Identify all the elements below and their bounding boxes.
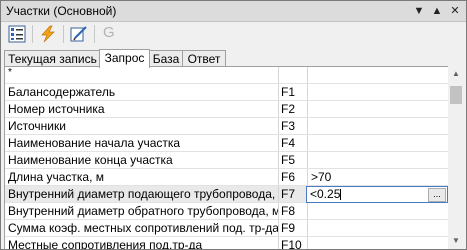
- row-field: F1: [279, 84, 308, 100]
- close-icon[interactable]: ✕: [446, 1, 464, 21]
- dropdown-icon[interactable]: ▼: [410, 1, 428, 21]
- row-value[interactable]: [308, 101, 448, 117]
- row-name: Наименование начала участка: [5, 135, 279, 151]
- row-value[interactable]: [308, 84, 448, 100]
- vertical-scrollbar[interactable]: ▲ ▼: [448, 66, 464, 249]
- table-row[interactable]: Наименование начала участка F4: [5, 135, 448, 152]
- value-editor-input[interactable]: <0.25 ...: [306, 186, 448, 203]
- row-name: Источники: [5, 118, 279, 134]
- scroll-up-icon[interactable]: ▲: [448, 66, 464, 82]
- g-button[interactable]: G: [98, 23, 122, 45]
- row-value[interactable]: >70: [308, 169, 448, 185]
- row-field: F9: [279, 220, 308, 236]
- window-title: Участки (Основной): [6, 4, 117, 18]
- editor-text: <0.25: [310, 187, 341, 201]
- table-row[interactable]: Балансодержатель F1: [5, 84, 448, 101]
- table-row-selected[interactable]: Внутренний диаметр подающего трубопровод…: [5, 186, 448, 203]
- text-caret: [340, 189, 341, 200]
- table-row[interactable]: Источники F3: [5, 118, 448, 135]
- toolbar-separator: [63, 25, 64, 43]
- row-field: F8: [279, 203, 308, 219]
- table-row[interactable]: Сумма коэф. местных сопротивлений под. т…: [5, 220, 448, 237]
- row-value[interactable]: [308, 220, 448, 236]
- scroll-thumb[interactable]: [450, 86, 462, 104]
- row-value[interactable]: [308, 237, 448, 249]
- row-field: F7: [279, 186, 308, 202]
- tab-query[interactable]: Запрос: [99, 49, 150, 68]
- grid-cell: [279, 67, 308, 83]
- row-value[interactable]: [308, 135, 448, 151]
- ellipsis-button[interactable]: ...: [428, 188, 446, 202]
- row-name: Сумма коэф. местных сопротивлений под. т…: [5, 220, 279, 236]
- row-field: F4: [279, 135, 308, 151]
- collapse-icon[interactable]: ▲: [428, 1, 446, 21]
- row-field: F6: [279, 169, 308, 185]
- row-name: Номер источника: [5, 101, 279, 117]
- table-row[interactable]: Наименование конца участка F5: [5, 152, 448, 169]
- row-field: F5: [279, 152, 308, 168]
- new-record-marker: *: [5, 67, 279, 83]
- table-row[interactable]: Местные сопротивления под.тр-да F10: [5, 237, 448, 249]
- table-row[interactable]: Номер источника F2: [5, 101, 448, 118]
- toolbar: G: [1, 22, 466, 47]
- grid-cell: [308, 67, 448, 83]
- toolbar-separator: [94, 25, 95, 43]
- row-field: F2: [279, 101, 308, 117]
- edit-button[interactable]: [67, 23, 91, 45]
- row-value[interactable]: [308, 152, 448, 168]
- edit-icon: [70, 26, 87, 42]
- row-name: Внутренний диаметр обратного трубопровод…: [5, 203, 279, 219]
- execute-query-button[interactable]: [36, 23, 60, 45]
- row-name: Местные сопротивления под.тр-да: [5, 237, 279, 249]
- table-row[interactable]: Длина участка, м F6 >70: [5, 169, 448, 186]
- toolbar-separator: [32, 25, 33, 43]
- row-field: F3: [279, 118, 308, 134]
- row-name: Внутренний диаметр подающего трубопровод…: [5, 186, 279, 202]
- lightning-icon: [41, 25, 55, 43]
- query-window: Участки (Основной) ▼ ▲ ✕ G Текущая запис…: [0, 0, 467, 250]
- row-name: Наименование конца участка: [5, 152, 279, 168]
- row-value[interactable]: [308, 118, 448, 134]
- list-view-button[interactable]: [5, 23, 29, 45]
- row-name: Балансодержатель: [5, 84, 279, 100]
- g-icon: G: [103, 24, 115, 41]
- grid-header-row: *: [5, 67, 448, 84]
- row-field: F10: [279, 237, 308, 249]
- query-grid: * Балансодержатель F1 Номер источника F2…: [4, 66, 449, 249]
- table-row[interactable]: Внутренний диаметр обратного трубопровод…: [5, 203, 448, 220]
- row-value[interactable]: [308, 203, 448, 219]
- row-name: Длина участка, м: [5, 169, 279, 185]
- list-view-icon: [8, 25, 26, 43]
- scroll-down-icon[interactable]: ▼: [448, 233, 464, 249]
- title-bar[interactable]: Участки (Основной) ▼ ▲ ✕: [1, 1, 466, 22]
